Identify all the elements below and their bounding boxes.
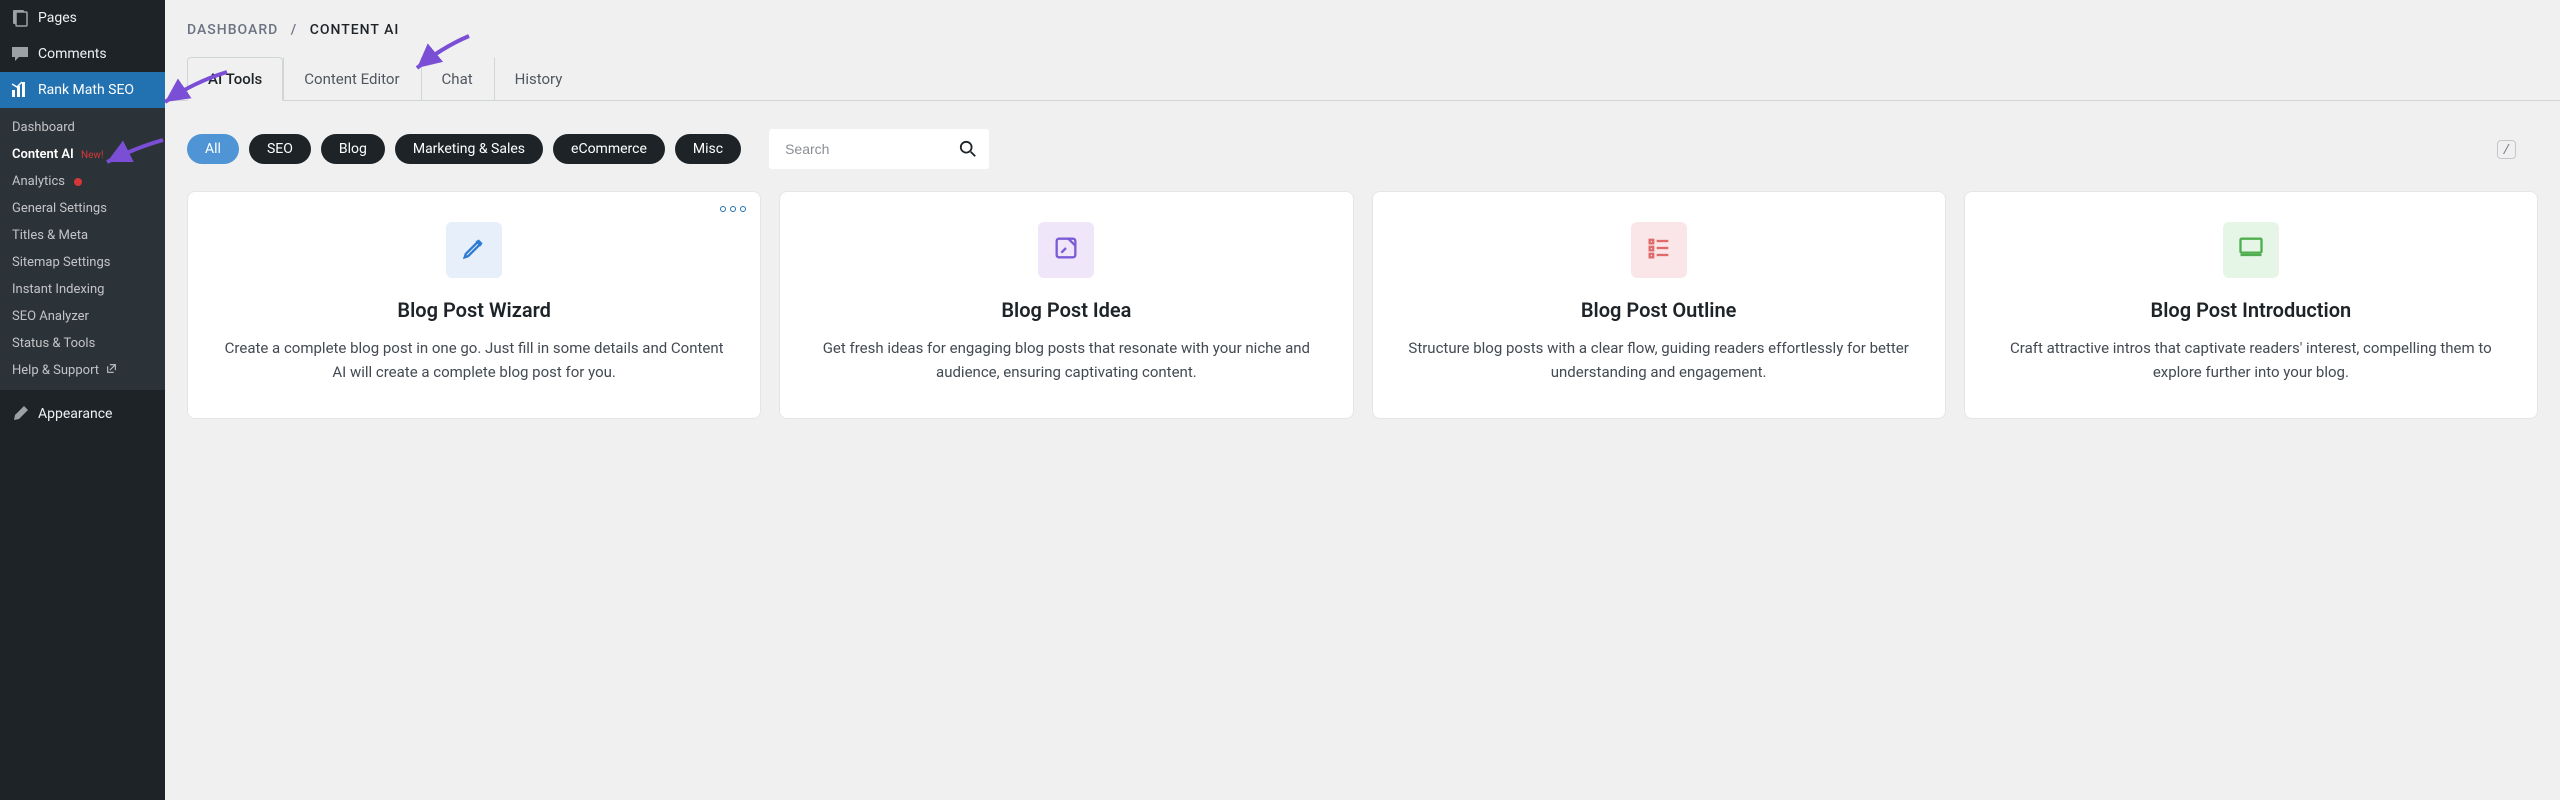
card-blog-post-idea[interactable]: Blog Post Idea Get fresh ideas for engag… <box>779 191 1353 419</box>
tab-label: AI Tools <box>208 70 262 88</box>
card-title: Blog Post Introduction <box>1993 298 2509 322</box>
sidebar-item-appearance[interactable]: Appearance <box>0 396 165 432</box>
submenu-titles-meta[interactable]: Titles & Meta <box>0 222 165 249</box>
tab-label: Content Editor <box>304 70 399 88</box>
admin-sidebar: Pages Comments Rank Math SEO Dashboard C… <box>0 0 165 800</box>
toolbar-right: / <box>2497 140 2516 159</box>
tab-label: History <box>515 70 563 88</box>
new-badge: New! <box>81 150 104 161</box>
breadcrumb-current: CONTENT AI <box>310 22 400 38</box>
card-blog-post-outline[interactable]: Blog Post Outline Structure blog posts w… <box>1372 191 1946 419</box>
breadcrumb-root[interactable]: DASHBOARD <box>187 22 278 38</box>
card-blog-post-wizard[interactable]: Blog Post Wizard Create a complete blog … <box>187 191 761 419</box>
alert-dot-icon <box>74 178 82 186</box>
submenu-label: Instant Indexing <box>12 282 104 297</box>
card-title: Blog Post Outline <box>1401 298 1917 322</box>
card-icon-box <box>1631 222 1687 278</box>
submenu-label: Titles & Meta <box>12 228 88 243</box>
card-icon-box <box>446 222 502 278</box>
submenu-content-ai[interactable]: Content AI New! <box>0 141 165 168</box>
list-icon <box>1645 234 1673 266</box>
sidebar-item-label: Appearance <box>38 406 112 422</box>
filter-seo[interactable]: SEO <box>249 134 311 164</box>
submenu-label: Content AI <box>12 147 74 162</box>
filter-misc[interactable]: Misc <box>675 134 741 164</box>
chip-label: Marketing & Sales <box>413 141 525 157</box>
chip-label: Blog <box>339 141 367 157</box>
card-description: Structure blog posts with a clear flow, … <box>1401 336 1917 384</box>
submenu-analytics[interactable]: Analytics <box>0 168 165 195</box>
chart-icon <box>10 80 30 100</box>
external-link-icon <box>106 364 117 377</box>
submenu-label: SEO Analyzer <box>12 309 89 324</box>
sidebar-item-label: Rank Math SEO <box>38 82 134 98</box>
breadcrumb-separator: / <box>291 22 297 38</box>
submenu-sitemap-settings[interactable]: Sitemap Settings <box>0 249 165 276</box>
card-title: Blog Post Idea <box>808 298 1324 322</box>
submenu-help-support[interactable]: Help & Support <box>0 357 165 384</box>
tab-history[interactable]: History <box>494 57 584 101</box>
submenu-general-settings[interactable]: General Settings <box>0 195 165 222</box>
sidebar-item-label: Pages <box>38 10 77 26</box>
sidebar-item-label: Comments <box>38 46 107 62</box>
card-description: Get fresh ideas for engaging blog posts … <box>808 336 1324 384</box>
filter-ecommerce[interactable]: eCommerce <box>553 134 665 164</box>
submenu-label: Status & Tools <box>12 336 95 351</box>
filter-blog[interactable]: Blog <box>321 134 385 164</box>
breadcrumb: DASHBOARD / CONTENT AI <box>165 0 2560 56</box>
tab-bar: AI Tools Content Editor Chat History <box>165 56 2560 101</box>
sidebar-item-comments[interactable]: Comments <box>0 36 165 72</box>
card-blog-post-introduction[interactable]: Blog Post Introduction Craft attractive … <box>1964 191 2538 419</box>
comment-icon <box>10 44 30 64</box>
submenu-label: Help & Support <box>12 363 99 378</box>
card-description: Craft attractive intros that captivate r… <box>1993 336 2509 384</box>
search-wrapper <box>769 129 989 169</box>
menu-dots-icon[interactable] <box>720 206 746 212</box>
card-title: Blog Post Wizard <box>216 298 732 322</box>
sidebar-item-pages[interactable]: Pages <box>0 0 165 36</box>
pencil-icon <box>460 234 488 266</box>
chip-label: All <box>205 141 221 157</box>
tab-content-editor[interactable]: Content Editor <box>283 57 420 101</box>
brush-icon <box>10 404 30 424</box>
filter-toolbar: All SEO Blog Marketing & Sales eCommerce… <box>165 101 2560 191</box>
pages-icon <box>10 8 30 28</box>
shortcut-hint: / <box>2497 140 2516 159</box>
submenu-seo-analyzer[interactable]: SEO Analyzer <box>0 303 165 330</box>
submenu-instant-indexing[interactable]: Instant Indexing <box>0 276 165 303</box>
chip-label: SEO <box>267 141 293 157</box>
filter-marketing[interactable]: Marketing & Sales <box>395 134 543 164</box>
search-input[interactable] <box>769 129 989 169</box>
submenu-status-tools[interactable]: Status & Tools <box>0 330 165 357</box>
submenu-label: Dashboard <box>12 120 75 135</box>
submenu-label: Sitemap Settings <box>12 255 111 270</box>
chip-label: Misc <box>693 141 723 157</box>
sidebar-submenu: Dashboard Content AI New! Analytics Gene… <box>0 108 165 390</box>
tab-chat[interactable]: Chat <box>421 57 494 101</box>
submenu-label: General Settings <box>12 201 107 216</box>
monitor-icon <box>2237 234 2265 266</box>
submenu-dashboard[interactable]: Dashboard <box>0 114 165 141</box>
note-icon <box>1052 234 1080 266</box>
submenu-label: Analytics <box>12 174 65 189</box>
search-icon[interactable] <box>959 140 977 158</box>
sidebar-item-rankmath[interactable]: Rank Math SEO <box>0 72 165 108</box>
card-icon-box <box>2223 222 2279 278</box>
tab-ai-tools[interactable]: AI Tools <box>187 57 283 101</box>
filter-all[interactable]: All <box>187 134 239 164</box>
tab-label: Chat <box>442 70 473 88</box>
chip-label: eCommerce <box>571 141 647 157</box>
card-icon-box <box>1038 222 1094 278</box>
tool-grid: Blog Post Wizard Create a complete blog … <box>165 191 2560 441</box>
card-description: Create a complete blog post in one go. J… <box>216 336 732 384</box>
main-content: DASHBOARD / CONTENT AI AI Tools Content … <box>165 0 2560 800</box>
